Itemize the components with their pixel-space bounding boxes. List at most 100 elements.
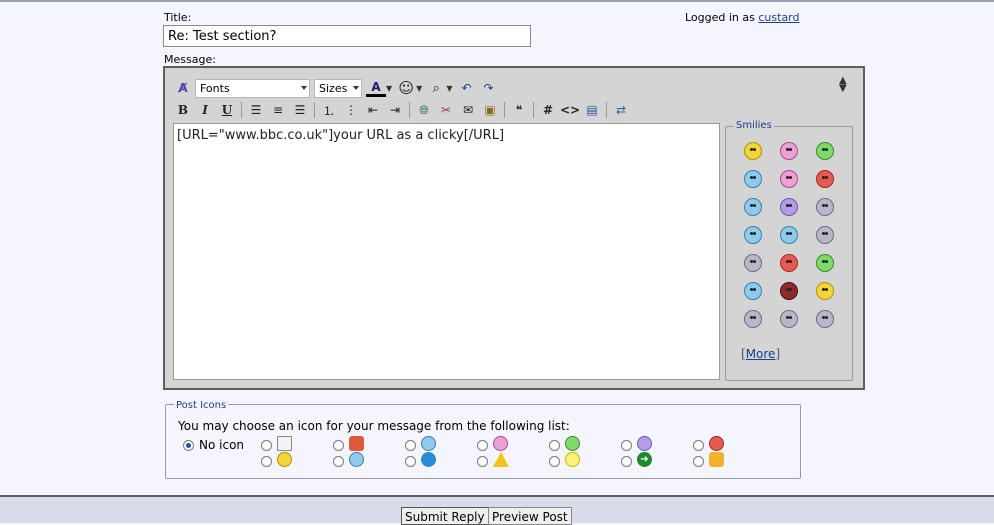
submit-reply-button[interactable]: Submit Reply	[401, 507, 489, 525]
frown-icon[interactable]	[780, 226, 798, 244]
message-textarea[interactable]: [URL="www.bbc.co.uk"]your URL as a click…	[173, 123, 720, 380]
more-label[interactable]: More	[746, 347, 776, 361]
argue-icon[interactable]	[744, 310, 762, 328]
html-button[interactable]: <>	[560, 100, 580, 120]
unlink-icon[interactable]: ✂	[436, 100, 456, 120]
indent-icon[interactable]: ⇥	[385, 100, 405, 120]
divider	[314, 102, 315, 118]
align-center-icon[interactable]: ≡	[268, 100, 288, 120]
radio-grin[interactable]	[549, 440, 560, 451]
eek-icon[interactable]	[816, 198, 834, 216]
unordered-list-icon[interactable]: ⋮	[341, 100, 361, 120]
email-icon[interactable]: ✉	[458, 100, 478, 120]
confused-icon[interactable]	[744, 198, 762, 216]
smilies-legend: Smilies	[734, 120, 774, 131]
divider	[504, 102, 505, 118]
smilies-chevron-icon[interactable]: ▼	[416, 84, 422, 93]
tongue-icon[interactable]	[780, 142, 798, 160]
php-icon[interactable]: ▤	[582, 100, 602, 120]
wink-icon	[421, 436, 436, 451]
message-label: Message:	[164, 53, 216, 66]
divider	[533, 102, 534, 118]
radio-no-icon[interactable]	[183, 440, 194, 451]
title-label: Title:	[164, 11, 192, 24]
cry-icon[interactable]	[744, 282, 762, 300]
thumbsup-icon[interactable]	[816, 226, 834, 244]
post-icons-fieldset: Post Icons You may choose an icon for yo…	[165, 400, 801, 479]
laugh-icon[interactable]	[780, 170, 798, 188]
question-icon	[421, 452, 436, 467]
size-select-label: Sizes	[319, 81, 348, 95]
post-icons-prompt: You may choose an icon for your message …	[178, 419, 570, 433]
radio-frown[interactable]	[621, 440, 632, 451]
quote-icon[interactable]: ❝	[509, 100, 529, 120]
radio-wink[interactable]	[405, 440, 416, 451]
idea-icon[interactable]	[816, 282, 834, 300]
devil-icon[interactable]	[780, 282, 798, 300]
more-bracket-close: ]	[775, 347, 781, 361]
wink-icon[interactable]	[744, 170, 762, 188]
preview-post-button[interactable]: Preview Post	[488, 507, 572, 525]
post-icons-legend: Post Icons	[174, 400, 229, 411]
banging-icon[interactable]	[780, 254, 798, 272]
toolbar-row-2: B I U ☰ ≡ ☰ ⒈ ⋮ ⇤ ⇥ 🌐︎ ✂ ✉ ▣ ❝ # <> ▤ ⇄	[173, 99, 633, 121]
radio-angry[interactable]	[693, 440, 704, 451]
thinking-icon[interactable]	[744, 254, 762, 272]
tongue-icon	[493, 436, 508, 451]
divider	[409, 102, 410, 118]
font-select[interactable]: Fonts	[195, 78, 310, 98]
grin-icon	[565, 436, 580, 451]
outdent-icon[interactable]: ⇤	[363, 100, 383, 120]
smile-icon	[277, 452, 292, 467]
attachment-icon[interactable]: ⌕	[426, 78, 446, 98]
radio-thumbsdown[interactable]	[333, 440, 344, 451]
divider	[241, 102, 242, 118]
radio-tongue[interactable]	[477, 440, 488, 451]
more-smilies-link[interactable]: [More]	[741, 347, 780, 361]
remove-format-icon[interactable]: A̸	[173, 78, 193, 98]
radio-cool[interactable]	[333, 456, 344, 467]
grin-icon[interactable]	[816, 142, 834, 160]
frown-icon	[637, 436, 652, 451]
title-input[interactable]	[163, 25, 531, 47]
radio-thumbsup[interactable]	[693, 456, 704, 467]
cool-icon[interactable]	[744, 226, 762, 244]
angry-icon[interactable]	[816, 170, 834, 188]
rolleyes-icon[interactable]	[816, 310, 834, 328]
smile-icon[interactable]	[744, 142, 762, 160]
smilies-panel: Smilies [More]	[725, 120, 853, 381]
radio-arrow[interactable]	[621, 456, 632, 467]
lightbulb-icon[interactable]	[780, 310, 798, 328]
ordered-list-icon[interactable]: ⒈	[319, 100, 339, 120]
radio-lightbulb[interactable]	[549, 456, 560, 467]
smilies-dropdown-icon[interactable]: ☺	[396, 78, 416, 98]
text-color-icon[interactable]: A	[366, 79, 386, 97]
toggle-toolbar-icon[interactable]: ▲ ▼	[839, 76, 847, 94]
radio-question[interactable]	[405, 456, 416, 467]
mad-icon[interactable]	[780, 198, 798, 216]
undo-icon[interactable]: ↶	[456, 78, 476, 98]
text-color-dropdown-icon[interactable]: ▼	[386, 84, 392, 93]
switch-mode-icon[interactable]: ⇄	[611, 100, 631, 120]
divider	[606, 102, 607, 118]
attachment-dropdown-icon[interactable]: ▼	[446, 84, 452, 93]
radio-document[interactable]	[261, 440, 272, 451]
code-button[interactable]: #	[538, 100, 558, 120]
username-link[interactable]: custard	[758, 11, 799, 24]
size-select[interactable]: Sizes	[314, 78, 362, 98]
bold-button[interactable]: B	[173, 100, 193, 120]
toolbar-row-1: A̸ Fonts Sizes A ▼ ☺ ▼ ⌕ ▼ ↶ ↷	[173, 77, 500, 99]
image-icon[interactable]: ▣	[480, 100, 500, 120]
redo-icon[interactable]: ↷	[478, 78, 498, 98]
radio-smile[interactable]	[261, 456, 272, 467]
link-icon[interactable]: 🌐︎	[414, 100, 434, 120]
top-border	[0, 0, 994, 2]
sick-icon[interactable]	[816, 254, 834, 272]
italic-button[interactable]: I	[195, 100, 215, 120]
underline-button[interactable]: U	[217, 100, 237, 120]
cool-icon	[349, 452, 364, 467]
radio-warning[interactable]	[477, 456, 488, 467]
align-right-icon[interactable]: ☰	[290, 100, 310, 120]
message-editor: A̸ Fonts Sizes A ▼ ☺ ▼ ⌕ ▼ ↶ ↷ ▲ ▼ B I U …	[163, 66, 865, 390]
align-left-icon[interactable]: ☰	[246, 100, 266, 120]
